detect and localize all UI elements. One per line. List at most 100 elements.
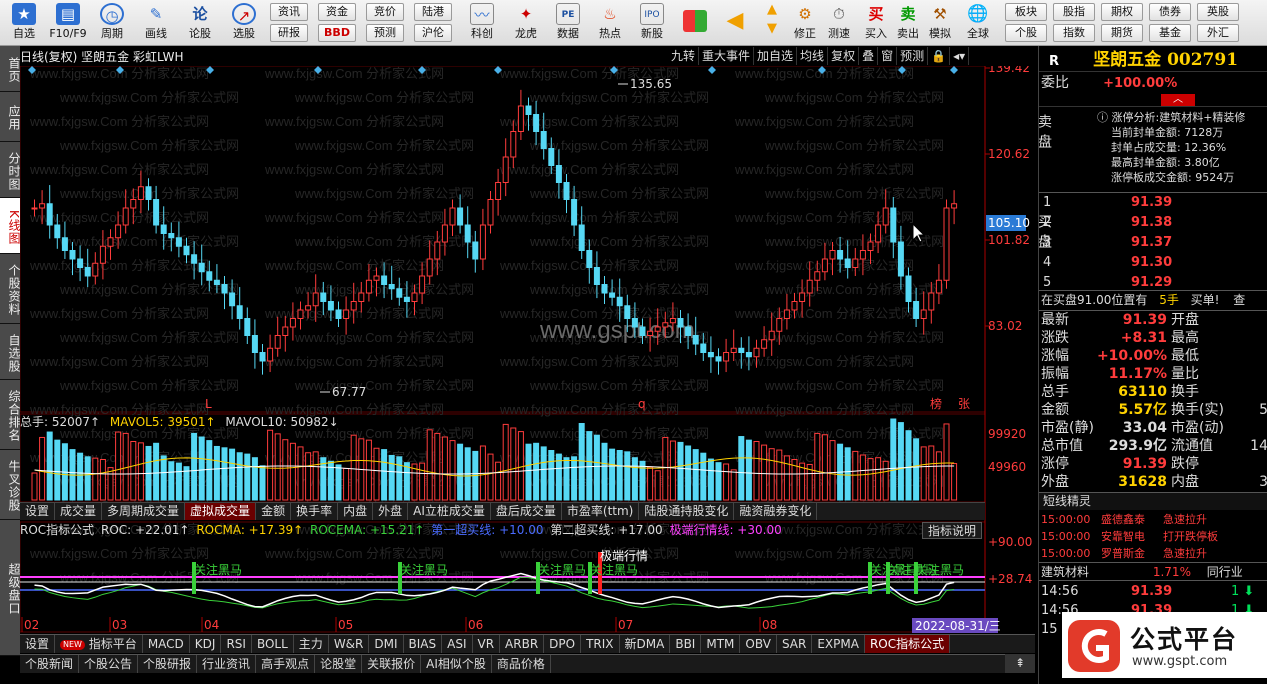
new-stock-button[interactable]: IPO 新股 [630,2,674,44]
vtab-connect-holdings[interactable]: 陆股通持股变化 [639,503,735,520]
vtab-multi-period[interactable]: 多周期成交量 [102,503,186,520]
itab-wr[interactable]: W&R [329,635,370,653]
vtab-inner[interactable]: 内盘 [338,503,374,520]
period-button[interactable]: ◷ 周期 [90,2,134,44]
color-grid-button[interactable] [680,2,710,44]
itab-obv[interactable]: OBV [740,635,777,653]
itab-main-force[interactable]: 主力 [294,635,329,653]
itab-mtm[interactable]: MTM [701,635,741,653]
forecast-pill[interactable]: 预测 [366,24,404,42]
tab-watchlist[interactable]: 自选股 [0,324,21,380]
research-pill[interactable]: 研报 [270,24,308,42]
itab-rsi[interactable]: RSI [221,635,252,653]
ntab-announcements[interactable]: 个股公告 [79,655,139,673]
ntab-related[interactable]: 关联报价 [362,655,422,673]
correction-button[interactable]: ⚙ 修正 [788,2,822,44]
itab-arbr[interactable]: ARBR [500,635,545,653]
ntab-industry[interactable]: 行业资讯 [197,655,257,673]
itab-dmi[interactable]: DMI [369,635,404,653]
draw-line-button[interactable]: ✎ 画线 [134,2,178,44]
watchlist-button[interactable]: ★ 自选 [2,2,46,44]
chart-area[interactable]: www.fxjgsw.Com 分析家公式网 www.fxjgsw.Com 分析家公… [20,66,1035,634]
buy-button[interactable]: 买 买入 [860,2,892,44]
itab-roc-formula[interactable]: ROC指标公式 [864,635,951,653]
dragon-tiger-button[interactable]: ✦ 龙虎 [504,2,548,44]
tab-stock-profile[interactable]: 个股资料 [0,254,21,324]
window-button[interactable]: 窗 [878,47,898,65]
short-line-item[interactable]: 15:00:00 盛德鑫泰 急速拉升 [1039,511,1267,529]
bid-row[interactable]: 2 91.38 [1039,214,1267,232]
ntab-research[interactable]: 个股研报 [138,655,198,673]
itab-trix[interactable]: TRIX [581,635,620,653]
menu-arrow-icon[interactable]: ◂▾ [950,47,970,65]
sell-button[interactable]: 卖 卖出 [892,2,924,44]
nine-turn-button[interactable]: 九转 [668,47,700,65]
vtab-volume[interactable]: 成交量 [55,503,103,520]
itab-platform[interactable]: NEW 指标平台 [55,635,143,653]
fund-pill[interactable]: 资金 [318,3,356,21]
bbd-pill[interactable]: BBD [318,24,356,42]
global-button[interactable]: 🌐 全球 [958,2,998,44]
collapse-icon[interactable]: ︿ [1161,94,1195,106]
speed-test-button[interactable]: ⏱ 测速 [822,2,856,44]
uk-stocks-pill[interactable]: 英股 [1197,3,1239,21]
vtab-pe-ttm[interactable]: 市盈率(ttm) [562,503,640,520]
news-pill[interactable]: 资讯 [270,3,308,21]
itab-sar[interactable]: SAR [777,635,813,653]
index-futures-pill[interactable]: 股指 [1053,3,1095,21]
vtab-virtual-volume[interactable]: 虚拟成交量 [185,503,257,520]
itab-boll[interactable]: BOLL [252,635,294,653]
tab-home[interactable]: 首页 [0,46,21,92]
ma-button[interactable]: 均线 [797,47,829,65]
hotspot-button[interactable]: ♨ 热点 [588,2,632,44]
short-line-item[interactable]: 15:00:00 安靠智电 打开跌停板 [1039,528,1267,546]
up-down-button[interactable]: ▲ ▼ [760,2,784,44]
tab-ranking[interactable]: 综合排名 [0,380,21,450]
overlay-button[interactable]: 叠 [859,47,879,65]
options-pill[interactable]: 期权 [1101,3,1143,21]
itab-expma[interactable]: EXPMA [812,635,865,653]
tab-diagnosis[interactable]: 牛叉诊股 [0,450,21,520]
vtab-margin[interactable]: 融资融券变化 [734,503,818,520]
expand-icon[interactable]: ⇞ [1005,654,1035,673]
ntab-experts[interactable]: 高手观点 [256,655,316,673]
vtab-outer[interactable]: 外盘 [373,503,409,520]
auction-pill[interactable]: 竞价 [366,3,404,21]
bid-row[interactable]: 1 91.39 [1039,194,1267,212]
discuss-button[interactable]: 论 论股 [178,2,222,44]
data-button[interactable]: PE 数据 [546,2,590,44]
funds-pill[interactable]: 基金 [1149,24,1191,42]
ntab-forum[interactable]: 论股堂 [315,655,363,673]
indexes-pill[interactable]: 指数 [1053,24,1095,42]
lock-icon[interactable]: 🔒 [928,47,951,65]
tab-kline[interactable]: K线图 [0,198,21,254]
vtab-settings[interactable]: 设置 [20,503,56,520]
f10-button[interactable]: ▤ F10/F9 [46,2,90,44]
itab-vr[interactable]: VR [473,635,501,653]
simulate-button[interactable]: ⚒ 模拟 [924,2,956,44]
futures-pill[interactable]: 期货 [1101,24,1143,42]
vtab-turnover[interactable]: 换手率 [291,503,339,520]
star-market-button[interactable]: 〰 科创 [460,2,504,44]
ntab-ai-similar[interactable]: AI相似个股 [421,655,492,673]
itab-bias[interactable]: BIAS [404,635,443,653]
vtab-amount[interactable]: 金额 [256,503,292,520]
itab-asi[interactable]: ASI [442,635,473,653]
ntab-news[interactable]: 个股新闻 [20,655,80,673]
tab-super-book[interactable]: 超级盘口 [0,520,21,656]
vtab-after-hours[interactable]: 盘后成交量 [491,503,562,520]
itab-macd[interactable]: MACD [143,635,190,653]
shanghai-london-pill[interactable]: 沪伦 [414,24,452,42]
back-button[interactable]: ◀ [720,2,750,44]
indicator-explain-button[interactable]: 指标说明 [922,522,983,539]
itab-bbi[interactable]: BBI [670,635,702,653]
short-line-item[interactable]: 15:00:00 罗普斯金 急速拉升 [1039,545,1267,563]
forex-pill[interactable]: 外汇 [1197,24,1239,42]
itab-dpo[interactable]: DPO [544,635,582,653]
adjust-button[interactable]: 复权 [828,47,860,65]
add-watchlist-button[interactable]: 加自选 [754,47,798,65]
itab-settings[interactable]: 设置 [20,635,56,653]
stock-picker-button[interactable]: ↗ 选股 [222,2,266,44]
position-more[interactable]: 查 [1233,293,1245,307]
ntab-commodities[interactable]: 商品价格 [492,655,551,673]
